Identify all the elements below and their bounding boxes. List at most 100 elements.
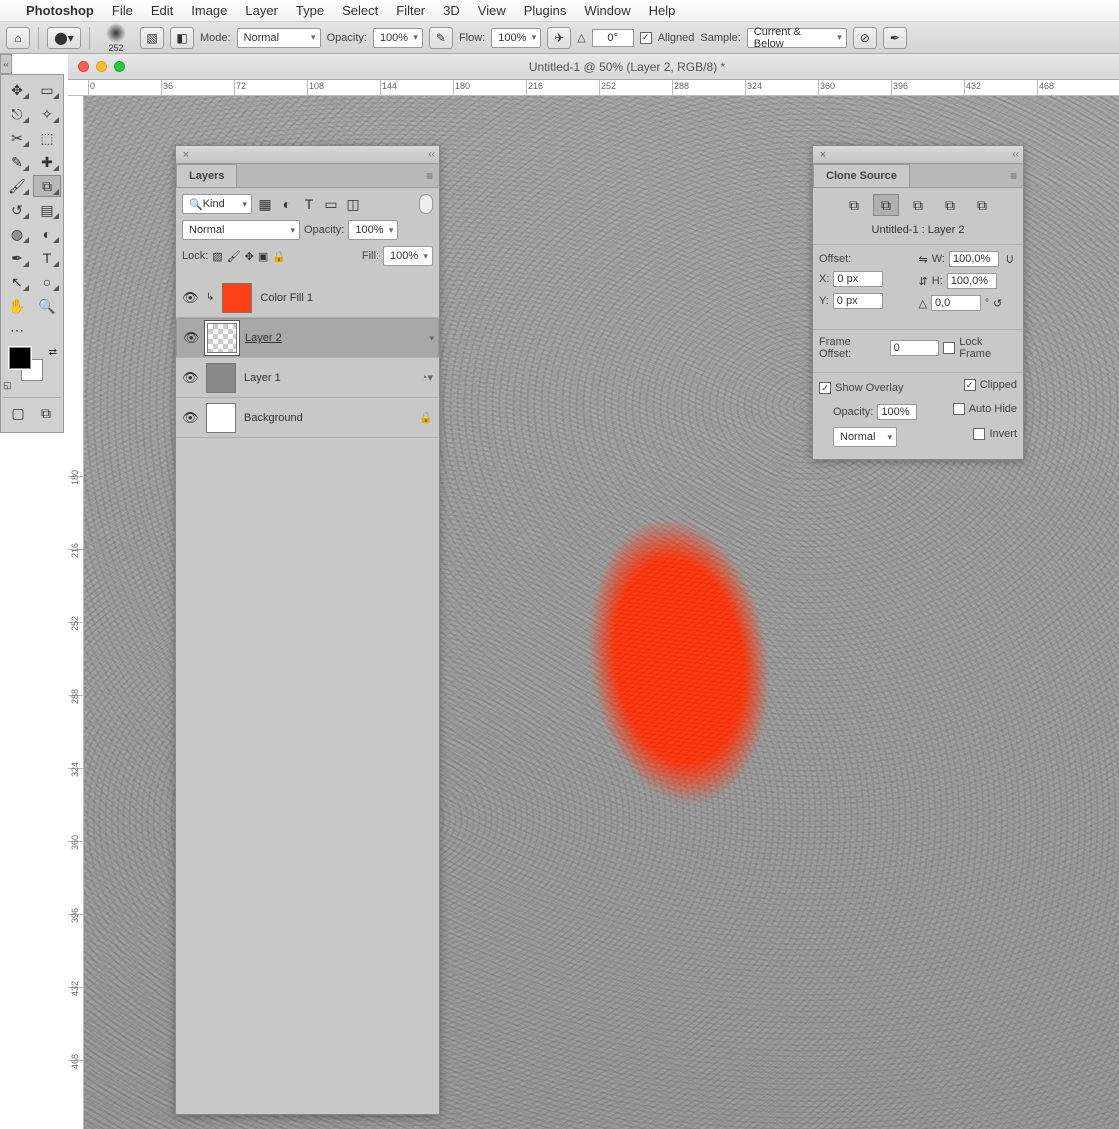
clone-source-4[interactable]: ⧉ xyxy=(937,194,963,216)
lock-position-icon[interactable]: ✥ xyxy=(245,250,254,263)
ignore-adj-icon[interactable]: ⊘ xyxy=(853,27,877,49)
layer-thumb[interactable] xyxy=(207,323,237,353)
brush-tool[interactable]: 🖌 xyxy=(3,175,31,197)
frame-offset-input[interactable]: 0 xyxy=(890,340,940,356)
type-tool[interactable]: T xyxy=(33,247,61,269)
layer-name[interactable]: Background xyxy=(244,412,303,424)
window-minimize[interactable] xyxy=(96,61,107,72)
edit-toolbar[interactable]: ⋯ xyxy=(3,319,31,341)
filter-type-icon[interactable]: T xyxy=(300,195,318,213)
swap-colors-icon[interactable]: ⇄ xyxy=(49,347,57,358)
brush-settings-button[interactable]: ▧ xyxy=(140,27,164,49)
clone-source-1[interactable]: ⧉ xyxy=(841,194,867,216)
visibility-icon[interactable]: 👁 xyxy=(183,330,199,346)
healing-tool[interactable]: ✚ xyxy=(33,151,61,173)
frame-tool[interactable]: ⬚ xyxy=(33,127,61,149)
blur-tool[interactable]: ◍ xyxy=(3,223,31,245)
menu-view[interactable]: View xyxy=(478,3,506,18)
invert-checkbox[interactable] xyxy=(973,428,985,440)
reset-transform-icon[interactable]: ↺ xyxy=(993,297,1002,310)
layers-tab[interactable]: Layers xyxy=(176,164,237,187)
screen-mode-toggle[interactable]: ⧉ xyxy=(33,402,59,424)
eyedropper-tool[interactable]: ✎ xyxy=(3,151,31,173)
clone-source-panel[interactable]: ×‹‹ Clone Source≡ ⧉ ⧉ ⧉ ⧉ ⧉ Untitled-1 :… xyxy=(812,145,1024,460)
dodge-tool[interactable]: ◐ xyxy=(33,223,61,245)
panel-collapse-icon[interactable]: ‹‹ xyxy=(428,149,435,160)
quick-mask-toggle[interactable]: ▢ xyxy=(5,402,31,424)
layer-thumb[interactable] xyxy=(206,363,236,393)
blend-mode-select[interactable]: Normal xyxy=(182,220,300,240)
panel-menu-icon[interactable]: ≡ xyxy=(420,165,439,187)
visibility-icon[interactable]: 👁 xyxy=(182,290,198,306)
clipped-checkbox[interactable] xyxy=(964,379,976,391)
opacity-select[interactable]: 100% xyxy=(373,28,423,48)
menu-image[interactable]: Image xyxy=(191,3,227,18)
layer-name[interactable]: Layer 2 xyxy=(245,332,282,344)
menu-layer[interactable]: Layer xyxy=(245,3,278,18)
foreground-color[interactable] xyxy=(9,347,31,369)
lock-frame-checkbox[interactable] xyxy=(943,342,955,354)
sample-select[interactable]: Current & Below xyxy=(747,28,847,48)
width-input[interactable]: 100,0% xyxy=(949,251,999,267)
offset-x-input[interactable]: 0 px xyxy=(833,271,883,287)
shape-tool[interactable]: ○ xyxy=(33,271,61,293)
filter-shape-icon[interactable]: ▭ xyxy=(322,195,340,213)
mode-select[interactable]: Normal xyxy=(237,28,321,48)
visibility-icon[interactable]: 👁 xyxy=(182,370,198,386)
overlay-opacity-input[interactable]: 100% xyxy=(877,404,917,420)
flip-h-icon[interactable]: ⇋ xyxy=(919,253,928,266)
filter-pixel-icon[interactable]: ▦ xyxy=(256,195,274,213)
lock-transparency-icon[interactable]: ▨ xyxy=(212,250,222,263)
link-wh-icon[interactable]: ⊃ xyxy=(1003,254,1017,264)
window-close[interactable] xyxy=(78,61,89,72)
panel-close-icon[interactable]: × xyxy=(817,149,829,161)
menu-select[interactable]: Select xyxy=(342,3,378,18)
gradient-tool[interactable]: ▤ xyxy=(33,199,61,221)
clone-source-button[interactable]: ◧ xyxy=(170,27,194,49)
clone-source-3[interactable]: ⧉ xyxy=(905,194,931,216)
show-overlay-checkbox[interactable] xyxy=(819,382,831,394)
clone-source-tab[interactable]: Clone Source xyxy=(813,164,910,187)
menu-file[interactable]: File xyxy=(112,3,133,18)
flip-v-icon[interactable]: ⇵ xyxy=(919,275,928,288)
flow-select[interactable]: 100% xyxy=(491,28,541,48)
menu-type[interactable]: Type xyxy=(296,3,324,18)
marquee-tool[interactable]: ▭ xyxy=(33,79,61,101)
filter-smart-icon[interactable]: ◫ xyxy=(344,195,362,213)
layer-opacity-input[interactable]: 100% xyxy=(348,220,398,240)
layer-filter-kind[interactable]: 🔍 Kind xyxy=(182,194,252,214)
filter-toggle[interactable] xyxy=(419,194,433,214)
clone-stamp-tool[interactable]: ⧉ xyxy=(33,175,61,197)
magic-wand-tool[interactable]: ✧ xyxy=(33,103,61,125)
panel-collapse-toggle[interactable]: ‹‹ xyxy=(0,54,12,74)
menu-3d[interactable]: 3D xyxy=(443,3,460,18)
home-button[interactable]: ⌂ xyxy=(6,27,30,49)
default-colors-icon[interactable]: ◱ xyxy=(3,380,12,391)
lock-artboard-icon[interactable]: ▣ xyxy=(258,250,268,263)
tool-preset-picker[interactable]: ⬤▾ xyxy=(47,27,81,49)
lasso-tool[interactable]: ⎋ xyxy=(3,103,31,125)
window-zoom[interactable] xyxy=(114,61,125,72)
offset-y-input[interactable]: 0 px xyxy=(833,293,883,309)
layer-name[interactable]: Layer 1 xyxy=(244,372,281,384)
height-input[interactable]: 100,0% xyxy=(947,273,997,289)
crop-tool[interactable]: ✂ xyxy=(3,127,31,149)
vertical-ruler[interactable]: 180216252288324360396432468 xyxy=(68,96,84,1129)
autohide-checkbox[interactable] xyxy=(953,403,965,415)
menu-filter[interactable]: Filter xyxy=(396,3,425,18)
panel-menu-icon[interactable]: ≡ xyxy=(1004,165,1023,187)
zoom-tool[interactable]: 🔍 xyxy=(33,295,61,317)
aligned-checkbox[interactable] xyxy=(640,32,652,44)
lock-all-icon[interactable]: 🔒 xyxy=(272,250,286,263)
layer-thumb[interactable] xyxy=(206,403,236,433)
color-swatches[interactable]: ⇄ ◱ xyxy=(3,347,61,391)
lock-image-icon[interactable]: 🖌 xyxy=(227,250,241,263)
airbrush-icon[interactable]: ✈ xyxy=(547,27,571,49)
clone-source-5[interactable]: ⧉ xyxy=(969,194,995,216)
fill-input[interactable]: 100% xyxy=(383,246,433,266)
menu-edit[interactable]: Edit xyxy=(151,3,173,18)
rotate-input[interactable]: 0,0 xyxy=(931,295,981,311)
layer-thumb[interactable] xyxy=(222,283,252,313)
menu-plugins[interactable]: Plugins xyxy=(524,3,567,18)
overlay-blend-select[interactable]: Normal xyxy=(833,427,897,447)
